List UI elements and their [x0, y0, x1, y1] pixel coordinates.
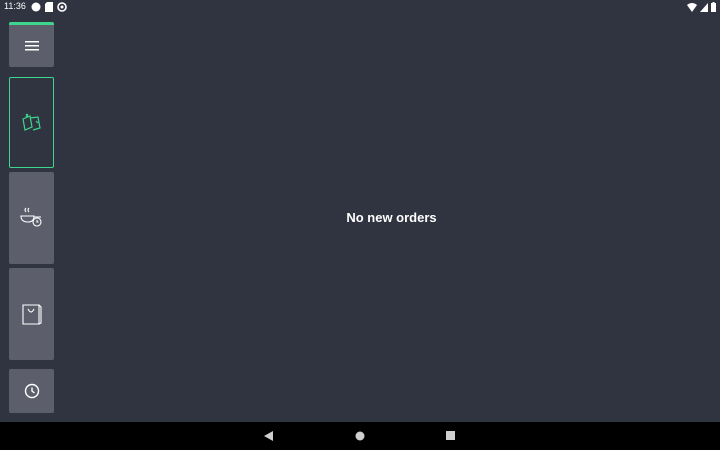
menu-button[interactable] [9, 22, 54, 67]
sd-card-icon [45, 2, 53, 12]
signal-icon [700, 2, 708, 12]
sidebar-item-ready-orders[interactable] [9, 268, 54, 360]
sidebar-item-new-orders[interactable] [9, 77, 54, 168]
status-right-icons [687, 2, 716, 12]
home-icon[interactable] [355, 431, 365, 441]
wifi-icon [687, 2, 697, 12]
clock-icon [24, 383, 39, 399]
battery-icon [711, 2, 716, 12]
back-icon[interactable] [264, 431, 273, 441]
sidebar-item-history[interactable] [9, 369, 54, 413]
status-time: 11:36 [4, 1, 26, 11]
empty-state-message: No new orders [346, 210, 437, 225]
shopping-bag-icon [21, 304, 42, 325]
sync-icon [57, 2, 67, 12]
status-bar: 11:36 [0, 0, 720, 14]
navigation-bar [0, 422, 720, 450]
new-orders-icon [21, 113, 41, 131]
circle-notification-icon [31, 2, 41, 12]
recents-icon[interactable] [446, 431, 455, 440]
hamburger-menu-icon [24, 41, 39, 51]
